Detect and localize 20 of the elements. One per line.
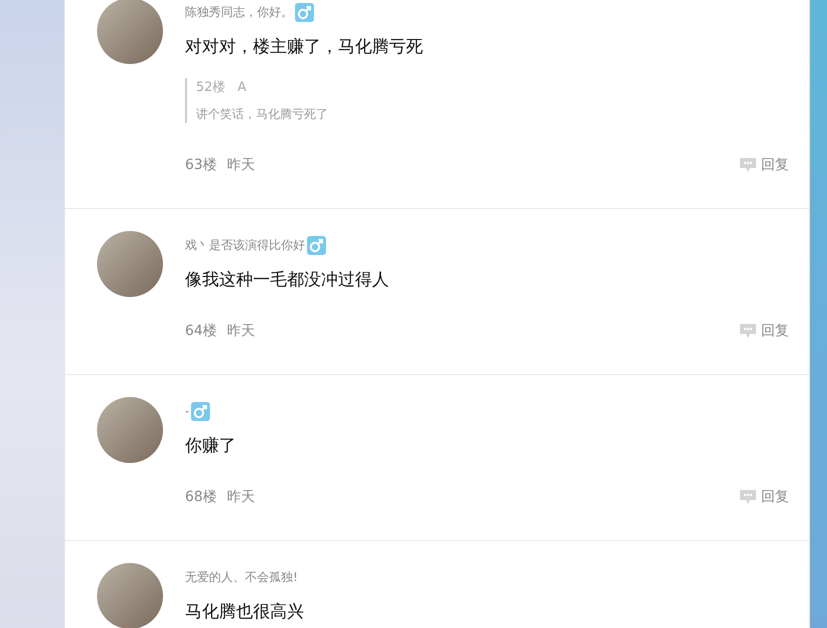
reply-button[interactable]: 回复 bbox=[739, 322, 789, 340]
reply-button[interactable]: 回复 bbox=[739, 156, 789, 174]
comment-text: 马化腾也很高兴 bbox=[185, 601, 305, 623]
quote-floor: 52楼 bbox=[196, 80, 226, 95]
post-time: 昨天 bbox=[226, 488, 255, 506]
comment-text: 对对对，楼主赚了，马化腾亏死 bbox=[185, 36, 424, 58]
quote-text: 讲个笑话，马化腾亏死了 bbox=[196, 106, 329, 123]
comment-text: 你赚了 bbox=[185, 435, 237, 457]
username[interactable]: - bbox=[185, 404, 190, 418]
post-time: 昨天 bbox=[226, 322, 255, 340]
floor-number: 64楼 bbox=[185, 322, 217, 340]
username[interactable]: 无爱的人、不会孤独! bbox=[185, 568, 298, 586]
username[interactable]: 陈独秀同志，你好。 bbox=[185, 4, 293, 20]
comment-text: 像我这种一毛都没冲过得人 bbox=[185, 269, 390, 291]
floor-number: 68楼 bbox=[185, 488, 217, 506]
reply-button[interactable]: 回复 bbox=[739, 488, 789, 506]
floor-number: 63楼 bbox=[185, 156, 217, 174]
quote-author: A bbox=[238, 80, 246, 95]
post-time: 昨天 bbox=[226, 156, 255, 174]
username[interactable]: 戏丶是否该演得比你好 bbox=[185, 236, 305, 254]
